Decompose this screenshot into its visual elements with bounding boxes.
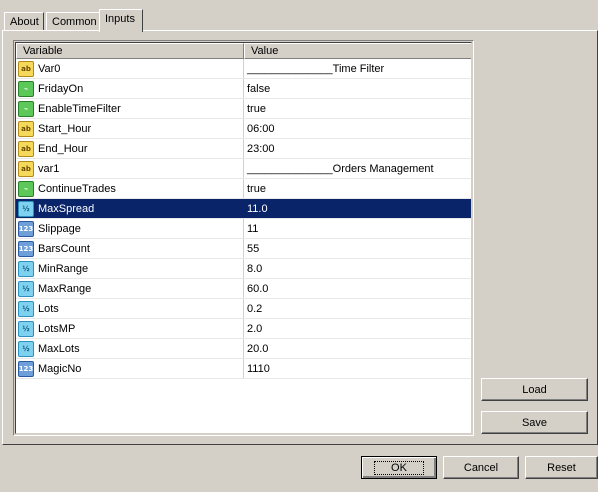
boolean-type-icon: ⌁ — [18, 180, 34, 197]
tab-about[interactable]: About — [4, 12, 44, 31]
column-header-variable[interactable]: Variable — [16, 43, 244, 59]
variable-name: End_Hour — [38, 142, 88, 155]
save-button[interactable]: Save — [481, 411, 588, 434]
double-type-icon: ½ — [18, 320, 34, 337]
ok-button-label: OK — [374, 461, 424, 475]
value-cell[interactable]: 11 — [244, 219, 471, 238]
integer-type-icon: 123 — [18, 220, 34, 237]
cancel-button[interactable]: Cancel — [443, 456, 519, 479]
grid-header: Variable Value — [16, 43, 471, 59]
table-row[interactable]: ab Start_Hour 06:00 — [16, 119, 471, 139]
variable-cell[interactable]: ½ MaxSpread — [16, 199, 244, 218]
integer-type-icon: 123 — [18, 360, 34, 377]
table-row[interactable]: ⌁ EnableTimeFilter true — [16, 99, 471, 119]
variable-cell[interactable]: ⌁ EnableTimeFilter — [16, 99, 244, 118]
variable-cell[interactable]: ⌁ ContinueTrades — [16, 179, 244, 198]
window-top-edge — [0, 0, 598, 2]
variable-name: MaxRange — [38, 282, 92, 295]
variable-name: Slippage — [38, 222, 81, 235]
variable-name: ContinueTrades — [38, 182, 116, 195]
value-cell[interactable]: false — [244, 79, 471, 98]
variable-cell[interactable]: ab End_Hour — [16, 139, 244, 158]
variable-name: LotsMP — [38, 322, 76, 335]
variable-cell[interactable]: ½ LotsMP — [16, 319, 244, 338]
double-type-icon: ½ — [18, 280, 34, 297]
variable-cell[interactable]: ½ MaxRange — [16, 279, 244, 298]
table-row[interactable]: ⌁ ContinueTrades true — [16, 179, 471, 199]
inputs-grid-body[interactable]: Variable Value ab Var0 ______________Time … — [15, 42, 472, 434]
variable-name: BarsCount — [38, 242, 90, 255]
value-cell[interactable]: 0.2 — [244, 299, 471, 318]
variable-cell[interactable]: ab var1 — [16, 159, 244, 178]
value-cell[interactable]: 23:00 — [244, 139, 471, 158]
variable-name: MagicNo — [38, 362, 82, 375]
table-row[interactable]: ½ Lots 0.2 — [16, 299, 471, 319]
value-cell[interactable]: true — [244, 179, 471, 198]
tab-inputs[interactable]: Inputs — [99, 9, 143, 32]
value-cell[interactable]: true — [244, 99, 471, 118]
table-row[interactable]: ab var1 ______________Orders Management — [16, 159, 471, 179]
string-type-icon: ab — [18, 120, 34, 137]
variable-cell[interactable]: ½ Lots — [16, 299, 244, 318]
table-row[interactable]: ½ MaxRange 60.0 — [16, 279, 471, 299]
variable-cell[interactable]: 123 Slippage — [16, 219, 244, 238]
value-cell[interactable]: 11.0 — [244, 199, 471, 218]
grid-rows: ab Var0 ______________Time Filter ⌁ FridayOn… — [16, 59, 471, 379]
variable-cell[interactable]: ab Var0 — [16, 59, 244, 78]
table-row[interactable]: ½ MaxLots 20.0 — [16, 339, 471, 359]
reset-button[interactable]: Reset — [525, 456, 598, 479]
value-cell[interactable]: 55 — [244, 239, 471, 258]
inputs-grid: Variable Value ab Var0 ______________Time … — [13, 40, 474, 436]
variable-cell[interactable]: ⌁ FridayOn — [16, 79, 244, 98]
value-cell[interactable]: 2.0 — [244, 319, 471, 338]
double-type-icon: ½ — [18, 300, 34, 317]
variable-name: EnableTimeFilter — [38, 102, 121, 115]
string-type-icon: ab — [18, 60, 34, 77]
load-button[interactable]: Load — [481, 378, 588, 401]
ok-button[interactable]: OK — [361, 456, 437, 479]
tab-common[interactable]: Common — [46, 12, 100, 31]
table-row[interactable]: ⌁ FridayOn false — [16, 79, 471, 99]
table-row[interactable]: ½ MinRange 8.0 — [16, 259, 471, 279]
value-cell[interactable]: 06:00 — [244, 119, 471, 138]
variable-cell[interactable]: 123 MagicNo — [16, 359, 244, 378]
variable-cell[interactable]: ½ MaxLots — [16, 339, 244, 358]
table-row[interactable]: ½ LotsMP 2.0 — [16, 319, 471, 339]
integer-type-icon: 123 — [18, 240, 34, 257]
double-type-icon: ½ — [18, 260, 34, 277]
boolean-type-icon: ⌁ — [18, 80, 34, 97]
column-header-value[interactable]: Value — [244, 43, 471, 59]
variable-name: var1 — [38, 162, 60, 175]
variable-name: Start_Hour — [38, 122, 92, 135]
value-cell[interactable]: 60.0 — [244, 279, 471, 298]
variable-cell[interactable]: 123 BarsCount — [16, 239, 244, 258]
variable-cell[interactable]: ½ MinRange — [16, 259, 244, 278]
variable-name: MaxSpread — [38, 202, 95, 215]
variable-name: Var0 — [38, 62, 61, 75]
table-row[interactable]: 123 Slippage 11 — [16, 219, 471, 239]
variable-name: MinRange — [38, 262, 89, 275]
value-cell[interactable]: 1110 — [244, 359, 471, 378]
value-cell[interactable]: ______________Time Filter — [244, 59, 471, 78]
variable-name: FridayOn — [38, 82, 84, 95]
value-cell[interactable]: 20.0 — [244, 339, 471, 358]
variable-name: MaxLots — [38, 342, 80, 355]
table-row[interactable]: 123 BarsCount 55 — [16, 239, 471, 259]
double-type-icon: ½ — [18, 200, 34, 217]
string-type-icon: ab — [18, 160, 34, 177]
table-row[interactable]: ab End_Hour 23:00 — [16, 139, 471, 159]
boolean-type-icon: ⌁ — [18, 100, 34, 117]
table-row[interactable]: ½ MaxSpread 11.0 — [16, 199, 471, 219]
value-cell[interactable]: ______________Orders Management — [244, 159, 471, 178]
value-cell[interactable]: 8.0 — [244, 259, 471, 278]
variable-name: Lots — [38, 302, 59, 315]
table-row[interactable]: 123 MagicNo 1110 — [16, 359, 471, 379]
double-type-icon: ½ — [18, 340, 34, 357]
variable-cell[interactable]: ab Start_Hour — [16, 119, 244, 138]
table-row[interactable]: ab Var0 ______________Time Filter — [16, 59, 471, 79]
string-type-icon: ab — [18, 140, 34, 157]
